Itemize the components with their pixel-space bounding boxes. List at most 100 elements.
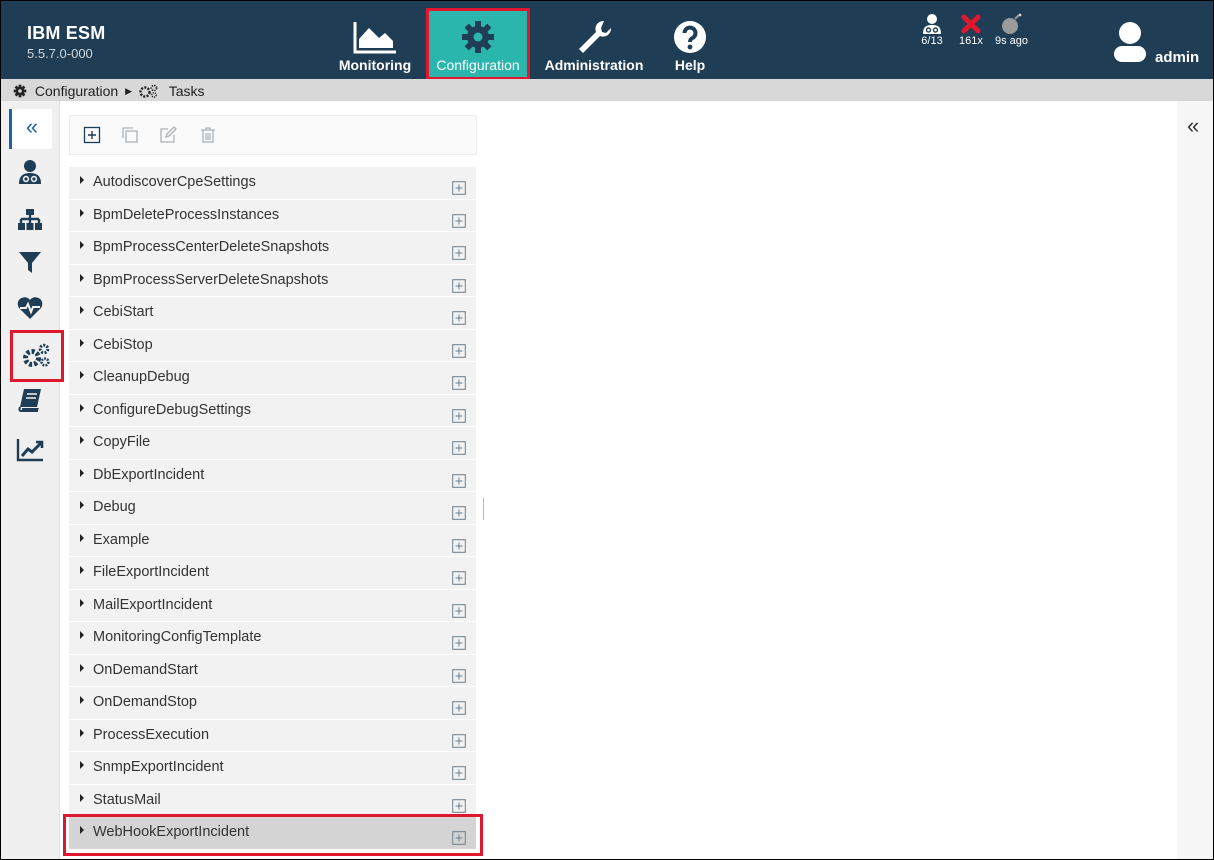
- left-sidebar: «: [1, 101, 64, 859]
- add-icon[interactable]: [82, 125, 102, 145]
- task-row[interactable]: CebiStop: [69, 329, 476, 362]
- breadcrumb-root[interactable]: Configuration: [35, 83, 118, 99]
- caret-right-icon[interactable]: [80, 696, 84, 704]
- sidebar-item-tasks[interactable]: [10, 330, 64, 382]
- task-row[interactable]: AutodiscoverCpeSettings: [69, 167, 476, 200]
- avatar[interactable]: [1113, 21, 1147, 63]
- task-row[interactable]: BpmProcessCenterDeleteSnapshots: [69, 232, 476, 265]
- panel-splitter[interactable]: [483, 498, 484, 520]
- add-task-icon[interactable]: [452, 571, 466, 585]
- nav-monitoring[interactable]: Monitoring: [337, 11, 413, 75]
- task-row[interactable]: Example: [69, 524, 476, 557]
- task-name: Debug: [93, 499, 136, 515]
- task-name: CebiStart: [93, 304, 154, 320]
- sidebar-item-book[interactable]: [11, 383, 49, 417]
- sidebar-item-trends[interactable]: [11, 433, 49, 467]
- caret-right-icon[interactable]: [80, 631, 84, 639]
- sidebar-item-health[interactable]: [11, 291, 49, 325]
- add-task-icon[interactable]: [452, 311, 466, 325]
- add-task-icon[interactable]: [452, 798, 466, 813]
- agents-status[interactable]: 6/13: [921, 13, 943, 47]
- task-row[interactable]: WebHookExportIncident: [69, 817, 476, 850]
- caret-right-icon[interactable]: [80, 176, 84, 184]
- nav-configuration[interactable]: Configuration: [426, 8, 530, 80]
- add-task-icon[interactable]: [452, 181, 466, 195]
- sidebar-item-hierarchy[interactable]: [11, 203, 49, 237]
- task-row[interactable]: OnDemandStart: [69, 654, 476, 687]
- nav-administration[interactable]: Administration: [543, 11, 645, 75]
- task-name: CleanupDebug: [93, 369, 190, 385]
- task-name: MailExportIncident: [93, 596, 213, 613]
- trash-icon[interactable]: [198, 125, 218, 145]
- task-row[interactable]: BpmDeleteProcessInstances: [69, 199, 476, 232]
- update-status[interactable]: 9s ago: [995, 13, 1028, 47]
- caret-right-icon[interactable]: [80, 468, 84, 477]
- task-row[interactable]: OnDemandStop: [69, 687, 476, 720]
- add-task-icon[interactable]: [452, 603, 466, 618]
- task-name: ProcessExecution: [93, 726, 210, 743]
- caret-right-icon[interactable]: [80, 598, 84, 607]
- add-task-icon[interactable]: [452, 636, 466, 650]
- add-task-icon[interactable]: [452, 343, 466, 358]
- task-row[interactable]: Debug: [69, 492, 476, 525]
- caret-right-icon[interactable]: [80, 436, 84, 444]
- task-row[interactable]: CopyFile: [69, 427, 476, 460]
- add-task-icon[interactable]: [452, 668, 466, 683]
- add-task-icon[interactable]: [452, 701, 466, 715]
- book-icon: [18, 389, 41, 412]
- add-task-icon[interactable]: [452, 213, 466, 228]
- sidebar-item-filter[interactable]: [11, 245, 49, 279]
- task-row[interactable]: StatusMail: [69, 784, 476, 817]
- add-task-icon[interactable]: [452, 538, 466, 553]
- task-row[interactable]: ConfigureDebugSettings: [69, 394, 476, 427]
- add-task-icon[interactable]: [452, 766, 466, 780]
- nav-monitoring-label: Monitoring: [338, 57, 412, 73]
- task-row[interactable]: FileExportIncident: [69, 557, 476, 590]
- brand: IBM ESM 5.5.7.0-000: [27, 23, 105, 61]
- add-task-icon[interactable]: [452, 408, 466, 423]
- caret-right-icon[interactable]: [80, 371, 84, 379]
- caret-right-icon[interactable]: [80, 208, 84, 217]
- caret-right-icon[interactable]: [80, 306, 84, 314]
- sidebar-collapse-button[interactable]: «: [9, 109, 52, 149]
- task-row[interactable]: DbExportIncident: [69, 459, 476, 492]
- task-name: OnDemandStart: [93, 661, 198, 678]
- caret-right-icon[interactable]: [80, 273, 84, 282]
- last-update: 9s ago: [995, 35, 1029, 47]
- add-task-icon[interactable]: [452, 831, 466, 845]
- task-row[interactable]: MailExportIncident: [69, 589, 476, 622]
- right-panel-collapse-button[interactable]: «: [1187, 113, 1199, 139]
- caret-right-icon[interactable]: [80, 826, 84, 834]
- caret-right-icon[interactable]: [80, 728, 84, 737]
- add-task-icon[interactable]: [452, 441, 466, 455]
- task-row[interactable]: BpmProcessServerDeleteSnapshots: [69, 264, 476, 297]
- caret-right-icon[interactable]: [80, 761, 84, 769]
- copy-icon[interactable]: [120, 125, 140, 145]
- caret-right-icon[interactable]: [80, 566, 84, 574]
- caret-right-icon[interactable]: [80, 793, 84, 802]
- add-task-icon[interactable]: [452, 506, 466, 520]
- caret-right-icon[interactable]: [80, 501, 84, 509]
- edit-icon[interactable]: [158, 125, 178, 145]
- task-row[interactable]: CebiStart: [69, 297, 476, 330]
- add-task-icon[interactable]: [452, 473, 466, 488]
- caret-right-icon[interactable]: [80, 533, 84, 542]
- sidebar-item-agents[interactable]: [11, 155, 49, 189]
- add-task-icon[interactable]: [452, 278, 466, 293]
- caret-right-icon[interactable]: [80, 338, 84, 347]
- hierarchy-icon: [18, 209, 42, 230]
- add-task-icon[interactable]: [452, 246, 466, 260]
- error-status[interactable]: 161x: [959, 13, 983, 47]
- task-row[interactable]: MonitoringConfigTemplate: [69, 622, 476, 655]
- task-row[interactable]: CleanupDebug: [69, 362, 476, 395]
- task-row[interactable]: ProcessExecution: [69, 719, 476, 752]
- caret-right-icon[interactable]: [80, 663, 84, 672]
- add-task-icon[interactable]: [452, 733, 466, 748]
- user-name[interactable]: admin: [1155, 49, 1199, 66]
- task-row[interactable]: SnmpExportIncident: [69, 752, 476, 785]
- task-list: AutodiscoverCpeSettings BpmDeleteProcessI…: [69, 167, 476, 850]
- add-task-icon[interactable]: [452, 376, 466, 390]
- caret-right-icon[interactable]: [80, 403, 84, 412]
- caret-right-icon[interactable]: [80, 241, 84, 249]
- nav-help[interactable]: Help: [665, 11, 715, 75]
